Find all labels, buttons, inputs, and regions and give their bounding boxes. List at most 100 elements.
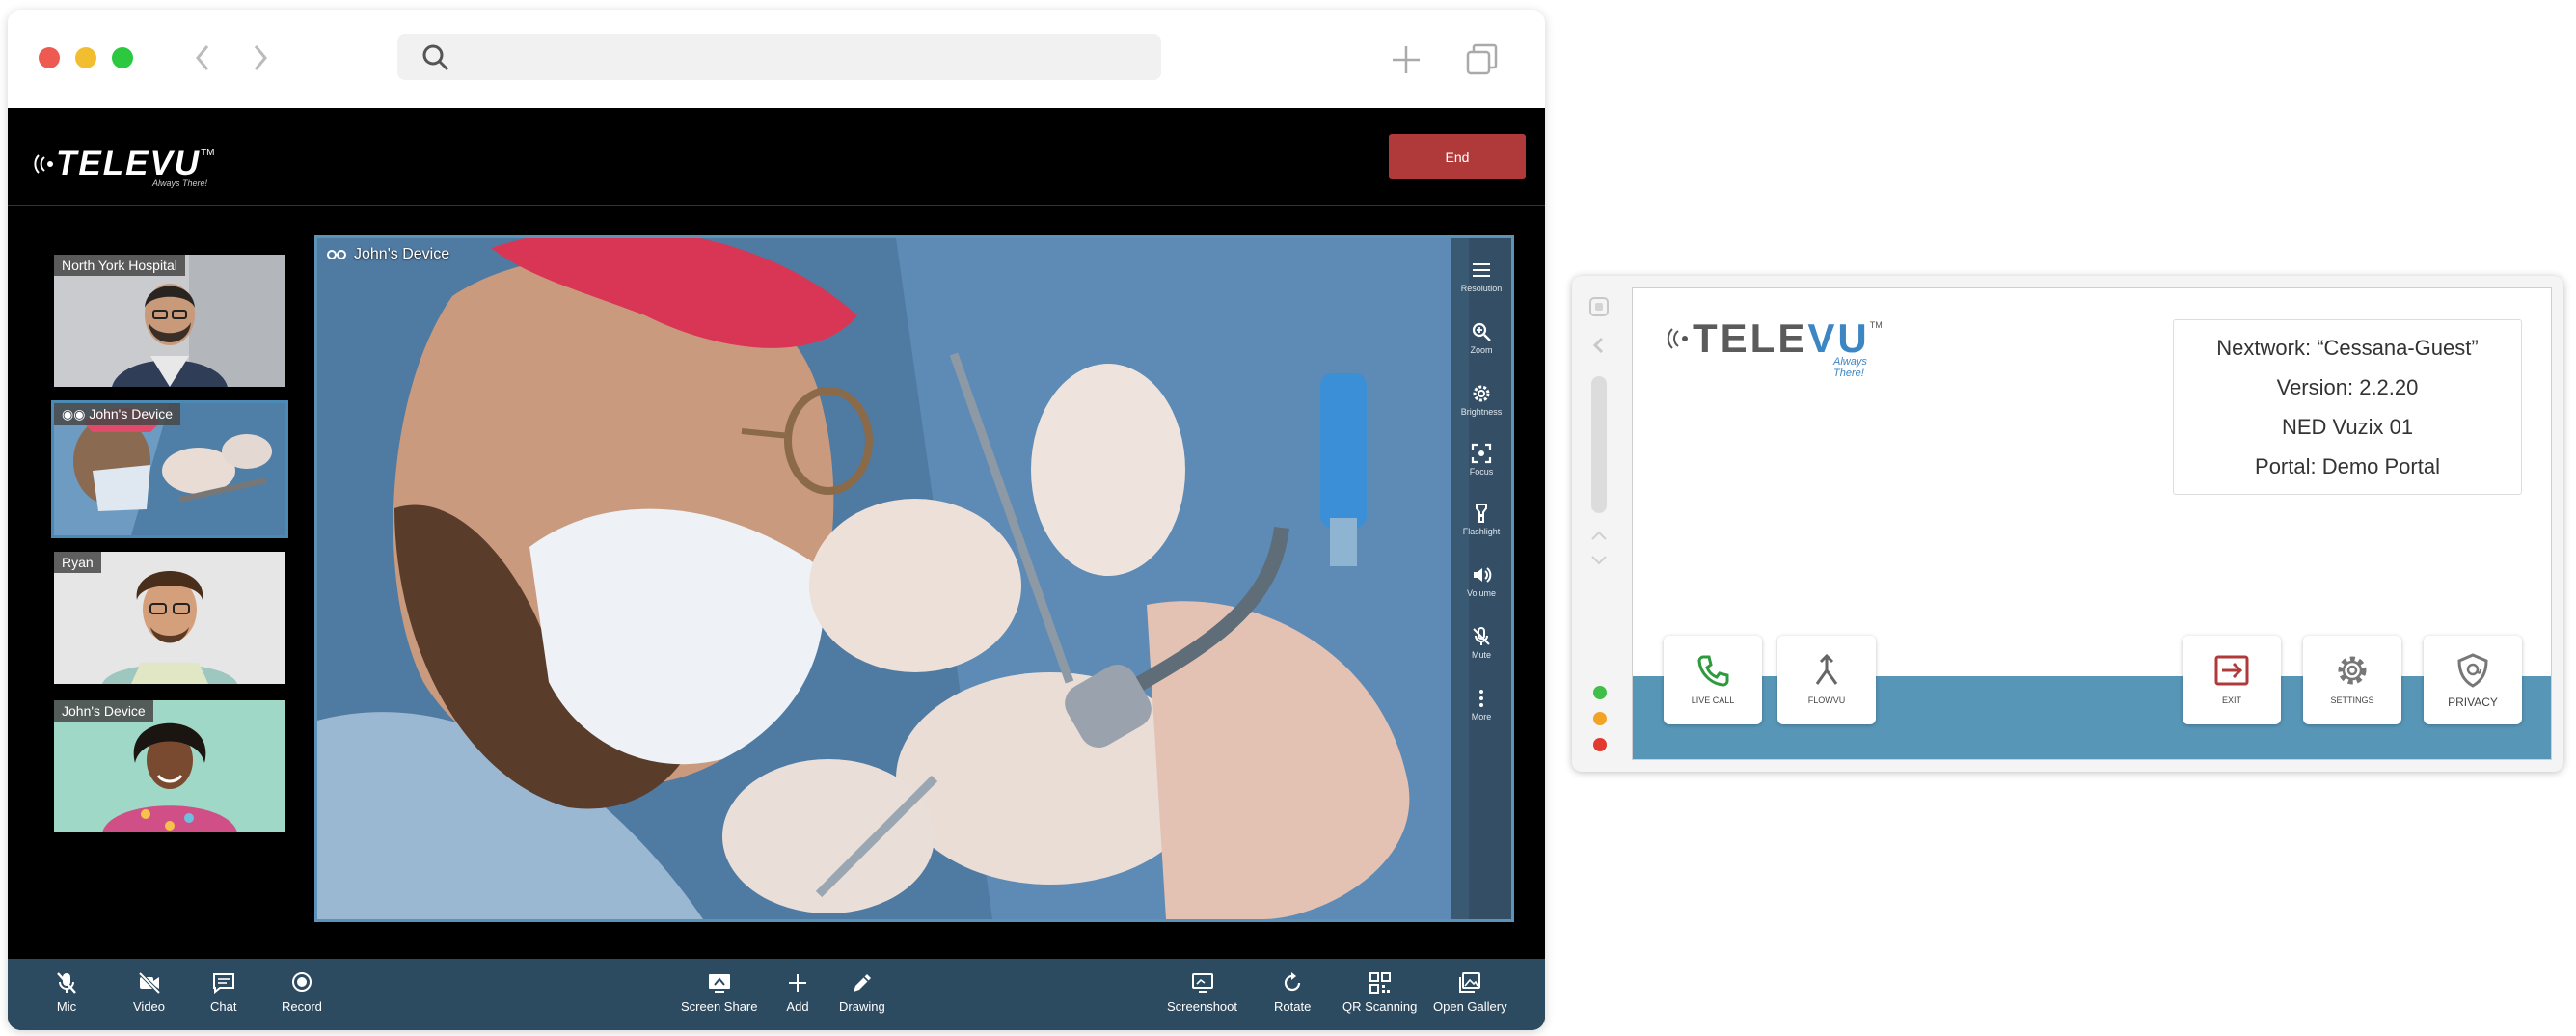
status-led-orange	[1593, 712, 1607, 725]
chevron-left-icon	[196, 45, 209, 70]
mic-off-icon	[57, 972, 76, 994]
version-info: Version: 2.2.20	[2276, 375, 2419, 399]
zoom-tool[interactable]: Zoom	[1451, 321, 1511, 355]
settings-button[interactable]: SETTINGS	[2303, 636, 2401, 724]
more-vertical-icon	[1479, 690, 1483, 707]
smart-glasses-icon	[327, 250, 346, 259]
qr-scanning-button[interactable]: QR Scanning	[1342, 970, 1417, 1014]
chevron-down-icon[interactable]	[1587, 548, 1611, 571]
new-tab-icon[interactable]	[1387, 41, 1425, 79]
open-gallery-button[interactable]: Open Gallery	[1433, 970, 1507, 1014]
end-call-button[interactable]: End	[1389, 134, 1526, 179]
screen-share-icon	[708, 974, 730, 993]
address-bar[interactable]	[397, 34, 1161, 80]
drawing-button[interactable]: Drawing	[839, 970, 885, 1014]
brightness-tool[interactable]: Brightness	[1451, 383, 1511, 417]
merge-arrow-icon	[1815, 653, 1838, 685]
volume-tool[interactable]: Volume	[1451, 564, 1511, 598]
record-icon	[291, 972, 312, 992]
surgery-video-image	[317, 238, 1469, 919]
participant-tile-johns-device-2[interactable]: John's Device	[54, 700, 285, 832]
logo-text-blue: VU	[1807, 315, 1870, 361]
exit-icon	[2214, 655, 2249, 686]
video-button[interactable]: Video	[133, 970, 165, 1014]
record-button[interactable]: Record	[282, 970, 322, 1014]
chat-icon	[212, 973, 234, 995]
chevron-up-icon[interactable]	[1587, 525, 1611, 548]
flashlight-tool[interactable]: Flashlight	[1451, 503, 1511, 536]
add-button[interactable]: Add	[785, 970, 810, 1014]
live-call-button[interactable]: LIVE CALL	[1664, 636, 1762, 724]
glasses-icon: ◉◉	[62, 406, 86, 422]
mute-tool[interactable]: Mute	[1451, 626, 1511, 660]
logo-text: TELEVU	[56, 145, 202, 182]
screenshot-icon	[1191, 973, 1213, 993]
resolution-tool[interactable]: Resolution	[1451, 259, 1511, 293]
forward-button[interactable]	[241, 39, 280, 77]
mic-button[interactable]: Mic	[54, 970, 79, 1014]
back-button[interactable]	[183, 39, 222, 77]
screenshot-button[interactable]: Screenshoot	[1167, 970, 1237, 1014]
exit-button[interactable]: EXIT	[2183, 636, 2281, 724]
televu-logo: TELEVUTM Always There!	[29, 145, 215, 188]
signal-waves-icon	[34, 154, 53, 174]
back-arrow-icon[interactable]	[1587, 334, 1611, 357]
focus-tool[interactable]: Focus	[1451, 443, 1511, 477]
close-window-button[interactable]	[39, 47, 60, 68]
status-led-red	[1593, 738, 1607, 751]
browser-window: TELEVU TM Always There! End North York Ho…	[8, 10, 1545, 1030]
participant-tile-johns-device[interactable]: ◉◉ John's Device	[51, 400, 288, 538]
call-controls-bar: Mic Video Chat Record Screen Share Add D…	[8, 959, 1545, 1030]
rotate-button[interactable]: Rotate	[1274, 970, 1311, 1014]
menu-lines-icon	[1473, 263, 1490, 277]
pencil-icon	[853, 974, 871, 992]
chevron-right-icon	[254, 45, 267, 70]
gallery-icon	[1459, 972, 1481, 993]
mic-off-icon	[1473, 627, 1490, 645]
participant-name: Ryan	[54, 552, 101, 573]
logo-tagline: Always There!	[1833, 356, 1867, 379]
minimize-window-button[interactable]	[75, 47, 96, 68]
portal-info: Portal: Demo Portal	[2255, 454, 2440, 478]
search-icon	[422, 44, 449, 71]
maximize-window-button[interactable]	[112, 47, 133, 68]
app-header: TELEVU TM Always There! End	[8, 108, 1545, 206]
televu-logo: TELEVUTM Always There!	[1662, 315, 1883, 379]
video-off-icon	[138, 971, 160, 995]
shield-icon	[2457, 653, 2488, 688]
participant-name-with-glasses: ◉◉ John's Device	[54, 403, 181, 425]
volume-icon	[1474, 567, 1492, 583]
main-video-feed[interactable]: John's Device Resolution Zoom Brightness	[314, 235, 1514, 922]
privacy-button[interactable]: PRIVACY	[2424, 636, 2522, 724]
device-info-panel: Nextwork: “Cessana-Guest” Version: 2.2.2…	[2173, 319, 2522, 495]
qr-code-icon	[1369, 972, 1391, 994]
participant-tile-north-york[interactable]: North York Hospital	[54, 255, 285, 387]
televu-call-app: TELEVU TM Always There! End North York Ho…	[8, 108, 1545, 1030]
device-home-screen: TELE VU TM Always There! Nextwork: “Cessan…	[1632, 287, 2552, 760]
brightness-gear-icon	[1473, 385, 1490, 402]
touchpad-strip[interactable]	[1591, 376, 1607, 513]
chat-button[interactable]: Chat	[210, 970, 236, 1014]
flowvu-button[interactable]: FLOWVU	[1777, 636, 1876, 724]
network-info: Nextwork: “Cessana-Guest”	[2216, 336, 2479, 360]
flashlight-icon	[1476, 504, 1487, 523]
smart-glasses-device-frame: TELE VU TM Always There! Nextwork: “Cessan…	[1572, 276, 2563, 772]
participant-name: North York Hospital	[54, 255, 185, 276]
signal-waves-icon	[1667, 328, 1688, 349]
bottom-band	[1633, 676, 2551, 759]
camera-tools-rail: Resolution Zoom Brightness Focus Flashli…	[1451, 238, 1511, 919]
device-name-info: NED Vuzix 01	[2281, 415, 2414, 439]
participant-tile-ryan[interactable]: Ryan	[54, 552, 285, 684]
more-tool[interactable]: More	[1451, 688, 1511, 722]
phone-icon	[1697, 655, 1729, 687]
home-icon[interactable]	[1587, 295, 1611, 318]
focus-frame-icon	[1471, 443, 1492, 464]
rotate-icon	[1285, 972, 1301, 992]
device-side-panel	[1572, 276, 1630, 772]
main-video-label: John's Device	[327, 246, 449, 263]
screen-share-button[interactable]: Screen Share	[681, 970, 758, 1014]
status-led-green	[1593, 686, 1607, 699]
logo-text-gray: TELE	[1693, 315, 1808, 361]
plus-icon	[789, 974, 806, 992]
tabs-overview-icon[interactable]	[1462, 41, 1501, 79]
